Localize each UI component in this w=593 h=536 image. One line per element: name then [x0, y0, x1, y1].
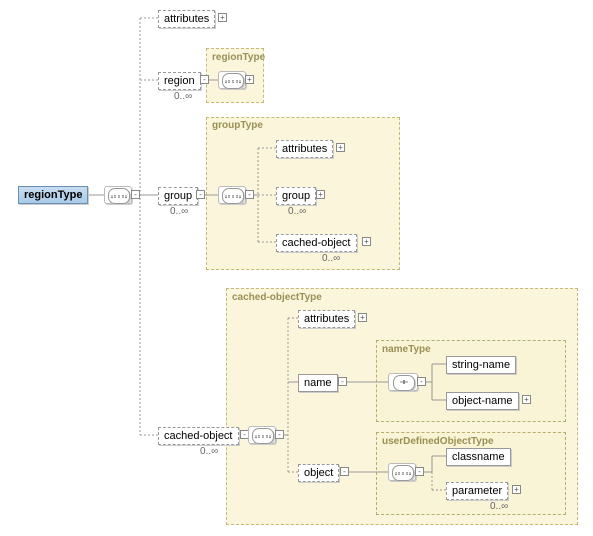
toggle-co-object[interactable]: -: [340, 467, 349, 476]
expand-co-attributes[interactable]: +: [358, 313, 367, 322]
card-region: 0..∞: [174, 91, 192, 102]
label: parameter: [452, 485, 502, 497]
seq-root[interactable]: [104, 186, 132, 204]
toggle-group-seq[interactable]: -: [245, 190, 254, 199]
expand-parameter[interactable]: +: [512, 485, 521, 494]
node-co-attributes[interactable]: attributes: [298, 310, 355, 328]
label: attributes: [164, 13, 209, 25]
label: object: [304, 467, 333, 479]
toggle-object-seq[interactable]: -: [415, 467, 424, 476]
node-attributes-1[interactable]: attributes: [158, 10, 215, 28]
choice-name[interactable]: [388, 373, 418, 391]
toggle-group[interactable]: -: [196, 190, 205, 199]
root-label: regionType: [24, 189, 82, 201]
root-regiontype[interactable]: regionType: [18, 186, 88, 204]
card-gt-group: 0..∞: [288, 206, 306, 217]
label: classname: [452, 451, 505, 463]
toggle-cached-seq[interactable]: -: [275, 430, 284, 439]
seq-cached[interactable]: [248, 426, 276, 444]
expand-gt-attributes[interactable]: +: [336, 143, 345, 152]
typelabel-group: groupType: [212, 120, 263, 131]
node-gt-attributes[interactable]: attributes: [276, 140, 333, 158]
node-co-object[interactable]: object: [298, 464, 339, 482]
toggle-name-choice[interactable]: -: [417, 377, 426, 386]
toggle-co-name[interactable]: -: [338, 377, 347, 386]
node-gt-group[interactable]: group: [276, 187, 316, 205]
node-cached[interactable]: cached-object: [158, 427, 239, 445]
node-region[interactable]: region: [158, 72, 201, 90]
node-parameter[interactable]: parameter: [446, 482, 508, 500]
seq-region[interactable]: [218, 71, 246, 89]
expand-gt-group[interactable]: +: [316, 190, 325, 199]
label: cached-object: [282, 237, 351, 249]
node-string-name[interactable]: string-name: [446, 356, 516, 374]
toggle-region[interactable]: -: [200, 75, 209, 84]
typelabel-region: regionType: [212, 52, 265, 63]
node-classname[interactable]: classname: [446, 448, 511, 466]
expand-gt-cached[interactable]: +: [362, 237, 371, 246]
card-cached: 0..∞: [200, 446, 218, 457]
node-object-name[interactable]: object-name: [446, 392, 519, 410]
expand-object-name[interactable]: +: [522, 395, 531, 404]
label: name: [304, 377, 332, 389]
card-group: 0..∞: [170, 206, 188, 217]
card-parameter: 0..∞: [490, 501, 508, 512]
typelabel-cached: cached-objectType: [232, 292, 322, 303]
seq-group[interactable]: [218, 186, 246, 204]
toggle-root[interactable]: -: [131, 190, 140, 199]
card-gt-cached: 0..∞: [322, 253, 340, 264]
expand-attributes-1[interactable]: +: [218, 13, 227, 22]
label: region: [164, 75, 195, 87]
label: object-name: [452, 395, 513, 407]
label: attributes: [304, 313, 349, 325]
expand-region-seq[interactable]: +: [245, 75, 254, 84]
label: cached-object: [164, 430, 233, 442]
label: group: [282, 190, 310, 202]
node-co-name[interactable]: name: [298, 374, 338, 392]
label: string-name: [452, 359, 510, 371]
node-gt-cached[interactable]: cached-object: [276, 234, 357, 252]
label: attributes: [282, 143, 327, 155]
node-group[interactable]: group: [158, 187, 198, 205]
typelabel-name: nameType: [382, 344, 431, 355]
seq-object[interactable]: [388, 463, 416, 481]
label: group: [164, 190, 192, 202]
typelabel-object: userDefinedObjectType: [382, 436, 494, 447]
